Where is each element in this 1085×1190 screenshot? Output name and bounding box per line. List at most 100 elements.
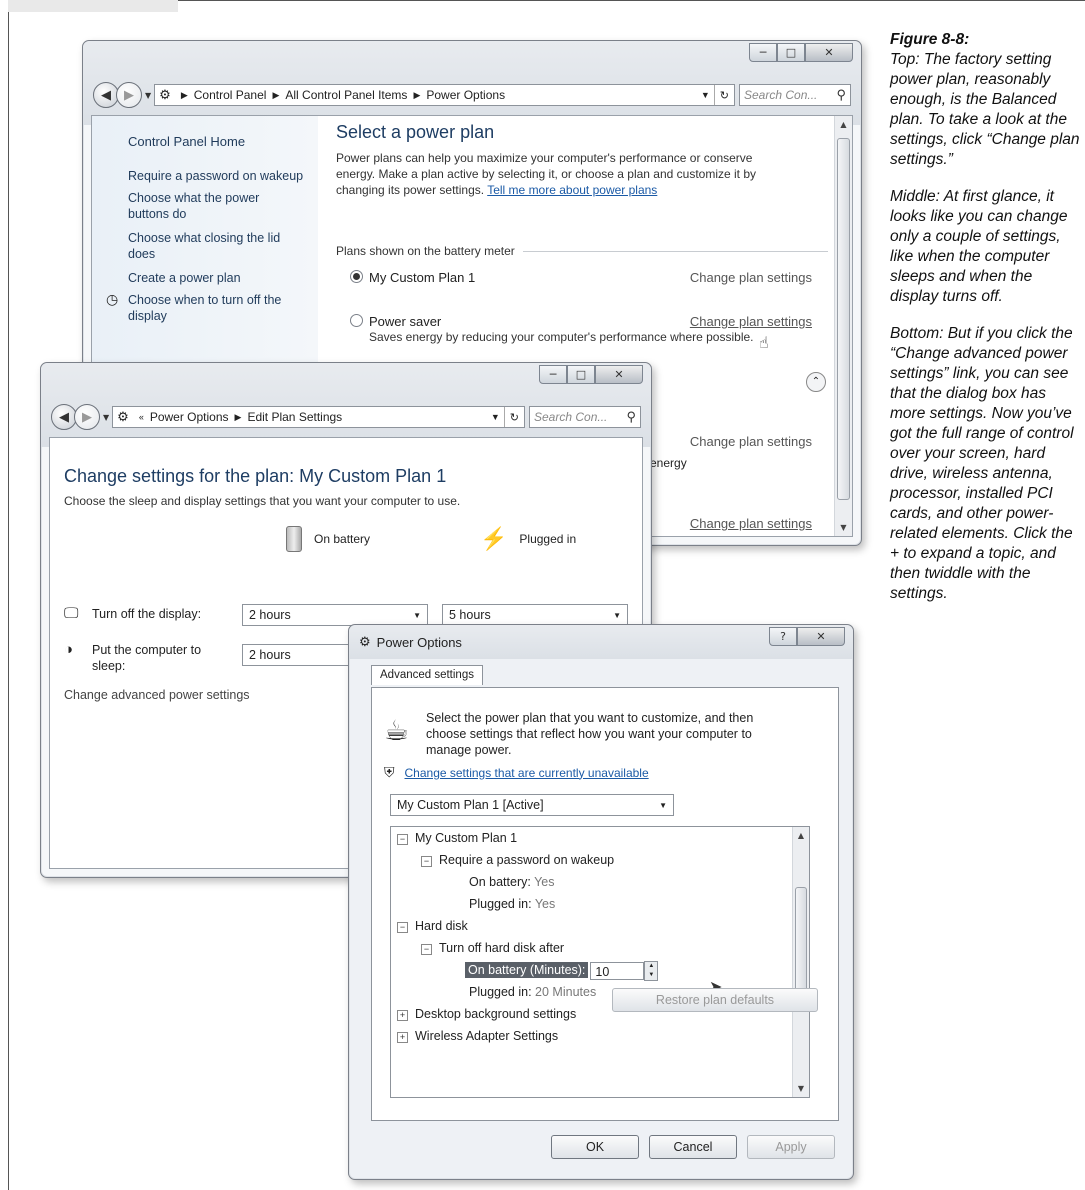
collapse-icon[interactable]: − [421, 856, 432, 867]
collapse-icon[interactable]: − [397, 922, 408, 933]
radio-selected-icon[interactable] [350, 270, 363, 283]
breadcrumb-overflow-icon[interactable]: « [139, 412, 144, 422]
search-icon[interactable]: ⚲ [626, 409, 636, 425]
apply-button[interactable]: Apply [747, 1135, 835, 1159]
change-plan-settings-link[interactable]: Change plan settings [690, 434, 812, 449]
maximize-button[interactable]: □ [777, 43, 805, 62]
tree-node-hard-disk[interactable]: − Hard disk [397, 919, 468, 933]
forward-button[interactable]: ▶ [74, 404, 100, 430]
refresh-icon[interactable]: ↻ [503, 407, 524, 427]
chevron-down-icon: ▼ [659, 800, 667, 810]
radio-unselected-icon[interactable] [350, 314, 363, 327]
scroll-down-icon[interactable]: ▼ [835, 519, 852, 536]
close-button[interactable]: ✕ [797, 627, 845, 646]
address-bar[interactable]: ⚙ ▶ Control Panel ▶ All Control Panel It… [154, 84, 735, 106]
address-bar[interactable]: ⚙ « Power Options ▶ Edit Plan Settings ▼… [112, 406, 525, 428]
tree-node-wireless[interactable]: + Wireless Adapter Settings [397, 1029, 558, 1043]
search-placeholder: Search Con... [534, 410, 608, 424]
sidebar-item-display-off[interactable]: Choose when to turn off the display [128, 292, 298, 324]
caption-middle: Middle: At first glance, it looks like y… [890, 188, 1068, 305]
dropdown-value: 5 hours [449, 608, 491, 622]
search-input[interactable]: Search Con... ⚲ [529, 406, 641, 428]
change-plan-settings-link[interactable]: Change plan settings [690, 314, 812, 329]
moon-icon: ◑ [64, 641, 74, 658]
breadcrumb-control-panel[interactable]: Control Panel [194, 88, 267, 102]
search-placeholder: Search Con... [744, 88, 818, 102]
unavailable-settings-link[interactable]: Change settings that are currently unava… [405, 766, 649, 780]
collapse-icon[interactable]: − [397, 834, 408, 845]
learn-more-link[interactable]: Tell me more about power plans [487, 183, 657, 197]
sidebar-item-power-buttons[interactable]: Choose what the power buttons do [128, 190, 278, 222]
advanced-settings-link[interactable]: Change advanced power settings [64, 688, 250, 702]
column-header-plugged: ⚡ Plugged in [480, 526, 576, 552]
address-dropdown-icon[interactable]: ▼ [487, 412, 504, 422]
minimize-button[interactable]: ─ [749, 43, 777, 62]
display-plugged-dropdown[interactable]: 5 hours ▼ [442, 604, 628, 626]
sidebar-item-password[interactable]: Require a password on wakeup [128, 168, 318, 184]
battery-icon [286, 526, 302, 552]
tab-content: ☕ Select the power plan that you want to… [371, 687, 839, 1121]
tree-label: Wireless Adapter Settings [415, 1029, 559, 1043]
breadcrumb-power-options[interactable]: Power Options [150, 410, 229, 424]
sidebar-item-create-plan[interactable]: Create a power plan [128, 270, 318, 286]
recent-pages-dropdown-icon[interactable]: ▼ [145, 91, 151, 100]
group-divider [522, 250, 828, 252]
plan-select-dropdown[interactable]: My Custom Plan 1 [Active] ▼ [390, 794, 674, 816]
scroll-up-icon[interactable]: ▲ [835, 116, 852, 133]
search-icon[interactable]: ⚲ [836, 87, 846, 103]
restore-defaults-button[interactable]: Restore plan defaults [612, 988, 818, 1012]
tree-leaf-hd-plugged[interactable]: Plugged in: 20 Minutes [469, 985, 596, 999]
refresh-icon[interactable]: ↻ [713, 85, 734, 105]
collapse-icon[interactable]: − [421, 944, 432, 955]
tree-scrollbar[interactable]: ▲ ▼ [792, 827, 809, 1097]
power-plan-icon: ☕ [384, 714, 410, 747]
scroll-down-icon[interactable]: ▼ [793, 1080, 809, 1097]
window-scrollbar[interactable]: ▲ ▼ [834, 116, 852, 536]
change-plan-settings-link[interactable]: Change plan settings [690, 516, 812, 531]
spin-arrows-icon[interactable]: ▲ ▼ [644, 961, 659, 981]
help-button[interactable]: ? [769, 627, 797, 646]
expand-icon[interactable]: + [397, 1032, 408, 1043]
collapse-chevron-icon[interactable]: ⌃ [806, 372, 826, 392]
tree-value[interactable]: Yes [534, 875, 554, 889]
breadcrumb-edit-plan[interactable]: Edit Plan Settings [247, 410, 342, 424]
sidebar-item-home[interactable]: Control Panel Home [128, 134, 318, 150]
breadcrumb-power-options[interactable]: Power Options [426, 88, 505, 102]
search-input[interactable]: Search Con... ⚲ [739, 84, 851, 106]
scroll-thumb[interactable] [837, 138, 850, 500]
plan-option-custom[interactable]: My Custom Plan 1 Change plan settings [350, 270, 824, 285]
display-battery-dropdown[interactable]: 2 hours ▼ [242, 604, 428, 626]
forward-button[interactable]: ▶ [116, 82, 142, 108]
dialog-title-bar: ⚙ Power Options [359, 634, 462, 650]
tree-node-turn-off-hd[interactable]: − Turn off hard disk after [421, 941, 564, 955]
tree-value[interactable]: 20 Minutes [535, 985, 596, 999]
navigation-bar: ◀ ▶ ▼ ⚙ « Power Options ▶ Edit Plan Sett… [51, 403, 641, 431]
change-plan-settings-link[interactable]: Change plan settings [690, 270, 812, 285]
tree-node-desktop-bg[interactable]: + Desktop background settings [397, 1007, 576, 1021]
tree-node-plan[interactable]: − My Custom Plan 1 [397, 831, 517, 845]
close-button[interactable]: ✕ [805, 43, 853, 62]
tab-advanced-settings[interactable]: Advanced settings [371, 665, 483, 685]
tree-leaf-hd-battery[interactable]: On battery (Minutes): 10 ▲ ▼ [465, 961, 659, 981]
tree-value[interactable]: Yes [535, 897, 555, 911]
cancel-button[interactable]: Cancel [649, 1135, 737, 1159]
ok-button[interactable]: OK [551, 1135, 639, 1159]
maximize-button[interactable]: □ [567, 365, 595, 384]
navigation-bar: ◀ ▶ ▼ ⚙ ▶ Control Panel ▶ All Control Pa… [93, 81, 851, 109]
close-button[interactable]: ✕ [595, 365, 643, 384]
tree-node-password[interactable]: − Require a password on wakeup [421, 853, 614, 867]
minutes-spin-input[interactable]: 10 [590, 962, 645, 980]
tree-leaf-pw-battery[interactable]: On battery: Yes [469, 875, 555, 889]
plan-option-power-saver[interactable]: Power saver Change plan settings Saves e… [350, 314, 824, 345]
tree-label-selected: On battery (Minutes): [465, 962, 589, 979]
expand-icon[interactable]: + [397, 1010, 408, 1021]
hand-cursor-icon: ☝ [759, 333, 769, 352]
breadcrumb-all-items[interactable]: All Control Panel Items [285, 88, 407, 102]
recent-pages-dropdown-icon[interactable]: ▼ [103, 413, 109, 422]
display-clock-icon: ◷ [106, 292, 119, 308]
minimize-button[interactable]: ─ [539, 365, 567, 384]
tree-leaf-pw-plugged[interactable]: Plugged in: Yes [469, 897, 555, 911]
address-dropdown-icon[interactable]: ▼ [697, 90, 714, 100]
sidebar-item-lid[interactable]: Choose what closing the lid does [128, 230, 288, 262]
scroll-up-icon[interactable]: ▲ [793, 827, 809, 844]
